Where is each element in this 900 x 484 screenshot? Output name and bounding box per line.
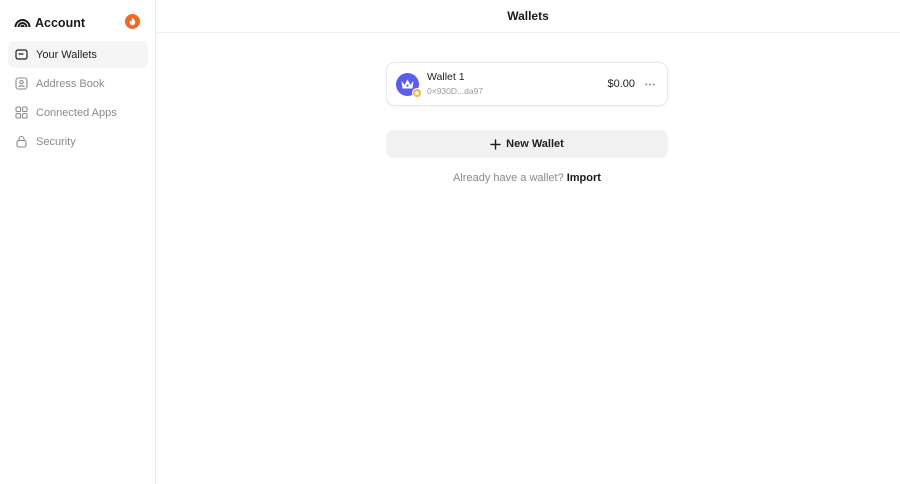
- contact-icon: [15, 77, 28, 90]
- more-options-button[interactable]: [643, 77, 657, 91]
- wallet-info: Wallet 1 0×930D...da97: [427, 71, 483, 97]
- plus-icon: [490, 138, 501, 150]
- flame-icon: [129, 17, 136, 26]
- sidebar-item-security[interactable]: Security: [8, 128, 148, 155]
- main-content: Wallets Wallet 1 0×930D...da97 $0.00 New…: [156, 0, 900, 484]
- sidebar-header: Account: [14, 12, 140, 34]
- sidebar: Account Your Wallets Address Book Connec…: [0, 0, 156, 484]
- import-row: Already have a wallet? Import: [386, 172, 668, 184]
- sidebar-nav: Your Wallets Address Book Connected Apps…: [8, 41, 148, 157]
- sidebar-item-label: Your Wallets: [36, 48, 97, 61]
- sidebar-item-your-wallets[interactable]: Your Wallets: [8, 41, 148, 68]
- import-link[interactable]: Import: [567, 172, 601, 184]
- sidebar-item-address-book[interactable]: Address Book: [8, 70, 148, 97]
- new-wallet-button[interactable]: New Wallet: [386, 130, 668, 158]
- wallet-balance: $0.00: [607, 78, 635, 90]
- apps-grid-icon: [15, 106, 28, 119]
- flame-badge[interactable]: [125, 14, 140, 29]
- account-title: Account: [35, 16, 85, 30]
- wallet-card[interactable]: Wallet 1 0×930D...da97 $0.00: [386, 62, 668, 106]
- lock-icon: [15, 135, 28, 148]
- sidebar-item-label: Connected Apps: [36, 106, 117, 119]
- top-bar: Wallets: [156, 0, 900, 33]
- sidebar-item-label: Security: [36, 135, 76, 148]
- app-window: Account Your Wallets Address Book Connec…: [0, 0, 900, 484]
- new-wallet-label: New Wallet: [506, 138, 564, 150]
- more-horizontal-icon: [645, 83, 655, 85]
- sidebar-item-label: Address Book: [36, 77, 105, 90]
- sidebar-item-connected-apps[interactable]: Connected Apps: [8, 99, 148, 126]
- wallet-avatar: [396, 72, 422, 98]
- star-icon: [414, 89, 420, 96]
- wallet-address: 0×930D...da97: [427, 86, 484, 96]
- primary-star-badge: [412, 87, 422, 98]
- page-title: Wallets: [507, 9, 549, 23]
- wallet-name: Wallet 1: [427, 71, 465, 83]
- rainbow-logo-icon: [14, 15, 31, 32]
- import-prompt: Already have a wallet?: [453, 172, 564, 184]
- wallet-icon: [15, 48, 28, 61]
